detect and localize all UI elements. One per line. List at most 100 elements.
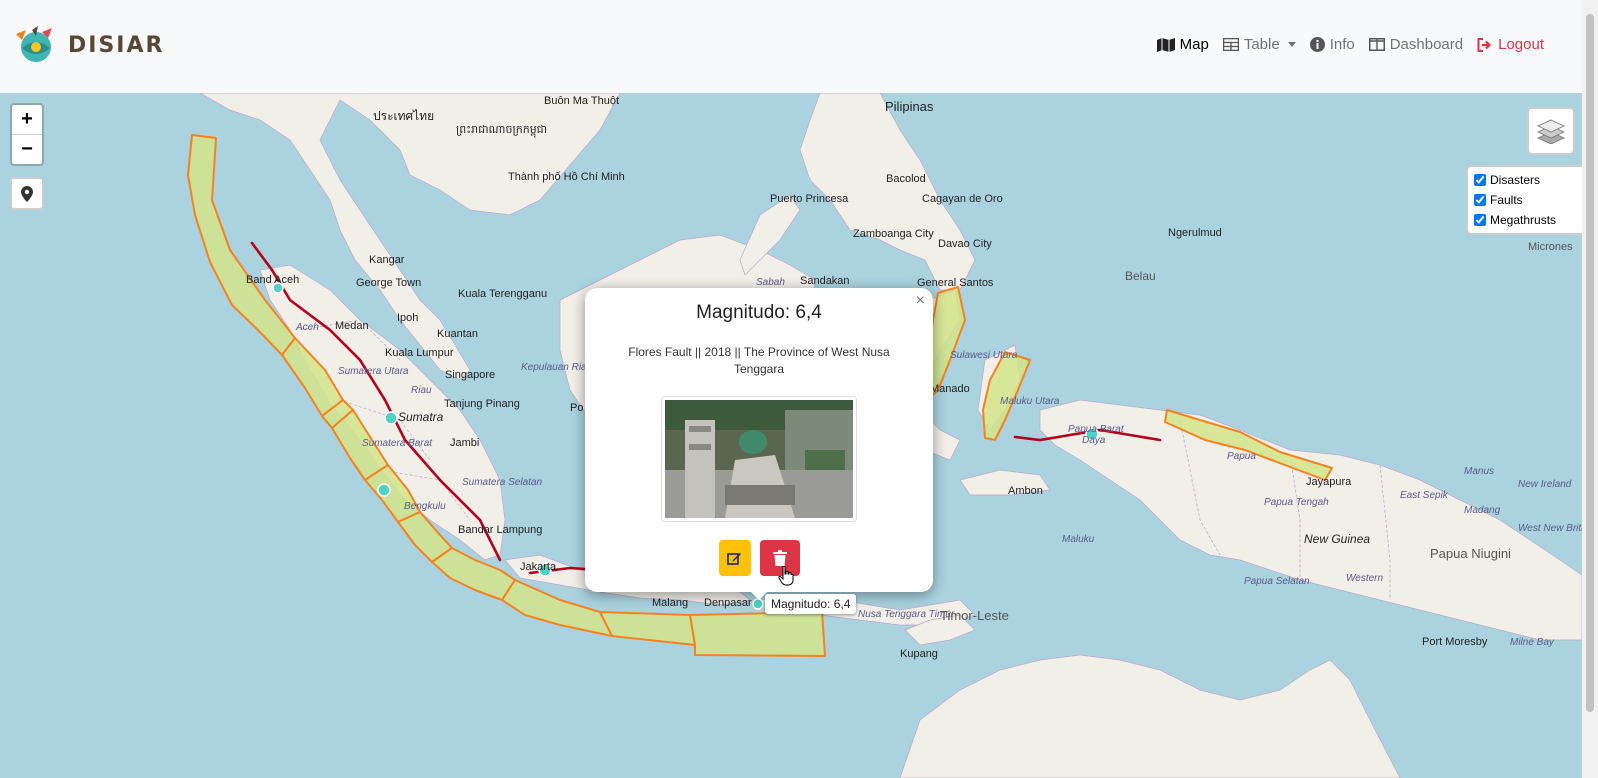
map-label: Bandar Lampung [458,524,542,536]
layer-megathrusts-label: Megathrusts [1490,213,1557,227]
disaster-popup: × Magnitudo: 6,4 Flores Fault || 2018 ||… [585,288,933,592]
megathrust-segment[interactable] [431,547,516,601]
map-icon [1156,37,1175,52]
edit-button[interactable] [718,540,751,576]
brand-name: DISIAR [68,32,165,58]
popup-close-button[interactable]: × [916,292,925,310]
map-label: Sumatera Barat [362,438,433,449]
megathrust-segment[interactable] [599,611,696,646]
edit-icon [727,552,741,565]
nav-dashboard[interactable]: Dashboard [1368,36,1464,53]
map-label: Pilipinas [885,99,934,114]
map-label: Micrones [1528,241,1573,253]
layer-faults[interactable]: Faults [1474,190,1578,210]
map-label: Band Aceh [246,274,299,286]
map-label: New Guinea [1304,532,1370,546]
map-label: Sulawesi Utara [950,350,1018,361]
table-icon [1222,38,1239,51]
nav-map-label: Map [1179,36,1209,53]
zoom-out-button[interactable]: − [12,134,42,164]
map-label: Manado [930,383,970,395]
map-label: Bengkulu [404,501,446,512]
nav-logout[interactable]: Logout [1477,36,1544,53]
map-label: Papua Tengah [1264,497,1329,508]
marker-tooltip: Magnitudo: 6,4 [765,594,857,614]
main-nav: Map Table Info Dashboard Logout [1156,36,1544,53]
map-label: Ipoh [397,312,418,324]
megathrust-segment[interactable] [689,611,826,657]
disaster-marker[interactable] [752,598,764,610]
map-label: East Sepik [1400,490,1449,501]
map-label: Zamboanga City [853,228,934,240]
nav-dashboard-label: Dashboard [1389,36,1464,53]
map-label: Sumatra [398,410,444,424]
map-label: Buôn Ma Thuột [544,95,619,107]
map-label: Riau [411,385,432,396]
map-label: Manus [1464,466,1494,477]
map-label: Aceh [295,322,319,333]
disaster-photo-image [665,400,853,518]
zoom-in-button[interactable]: + [12,105,42,134]
map-label: West New Britain [1518,523,1582,534]
disaster-marker[interactable] [384,411,398,425]
chevron-down-icon [1287,42,1296,47]
map-label: Denpasar [704,597,752,609]
map-label: Sabah [756,277,785,288]
map-label: Kangar [369,254,405,266]
map-label: Ambon [1008,485,1043,497]
locate-button[interactable] [10,177,44,210]
map-label: Po [570,402,583,414]
layer-disasters-label: Disasters [1490,173,1541,187]
map-label: Western [1346,573,1383,584]
map-label: Tanjung Pinang [444,398,520,410]
layer-disasters[interactable]: Disasters [1474,170,1578,190]
map-label: Daya [1082,435,1106,446]
sign-out-icon [1477,37,1492,52]
map-label: Madang [1464,505,1501,516]
map-label: ព្រះរាជាណាចក្រកម្ពុជា [456,124,547,138]
popup-description: Flores Fault || 2018 || The Province of … [628,345,890,376]
map-label: Bacolod [886,173,926,185]
map-label: New Ireland [1518,479,1572,490]
nav-info[interactable]: Info [1309,36,1355,53]
map-label: Ngerulmud [1168,227,1222,239]
scrollbar-thumb[interactable] [1586,14,1594,712]
page-scrollbar[interactable] [1582,0,1598,778]
popup-title: Magnitudo: 6,4 [696,302,822,323]
nav-map[interactable]: Map [1156,36,1209,53]
map-label: Kupang [900,648,938,660]
layer-faults-label: Faults [1490,193,1523,207]
brand[interactable]: DISIAR [12,26,164,64]
map-marker-icon [21,185,33,202]
map-label: Kuala Terengganu [458,288,547,300]
map-label: Papua Niugini [1430,546,1511,561]
map-label: Malang [652,597,688,609]
zoom-control: + − [10,103,44,166]
layers-panel: Disasters Faults Megathrusts [1466,165,1586,235]
hand-cursor-icon [778,566,794,586]
layer-megathrusts-checkbox[interactable] [1474,214,1486,226]
layer-faults-checkbox[interactable] [1474,194,1486,206]
map-label: Papua [1227,451,1256,462]
map-label: ประเทศไทย [373,109,434,123]
map-label: Papua Barat [1068,424,1125,435]
layer-disasters-checkbox[interactable] [1474,174,1486,186]
info-icon [1309,37,1325,52]
map-label: Sandakan [800,275,850,287]
map-label: Jayapura [1306,476,1352,488]
popup-actions [585,540,933,576]
nav-table[interactable]: Table [1222,36,1296,53]
brand-logo-icon [16,26,52,62]
layer-megathrusts[interactable]: Megathrusts [1474,210,1578,230]
nav-info-label: Info [1329,36,1355,53]
disaster-photo[interactable] [661,396,857,522]
map-label: Sumatera Selatan [462,477,542,488]
layers-toggle-button[interactable] [1527,107,1575,155]
map-label: Jakarta [520,561,557,573]
map-label: Puerto Princesa [770,193,849,205]
map-label: Maluku Utara [1000,396,1060,407]
map-label: Davao City [938,238,992,250]
disaster-marker[interactable] [377,483,391,497]
megathrust-segment[interactable] [187,134,296,356]
map-label: Papua Selatan [1244,576,1310,587]
